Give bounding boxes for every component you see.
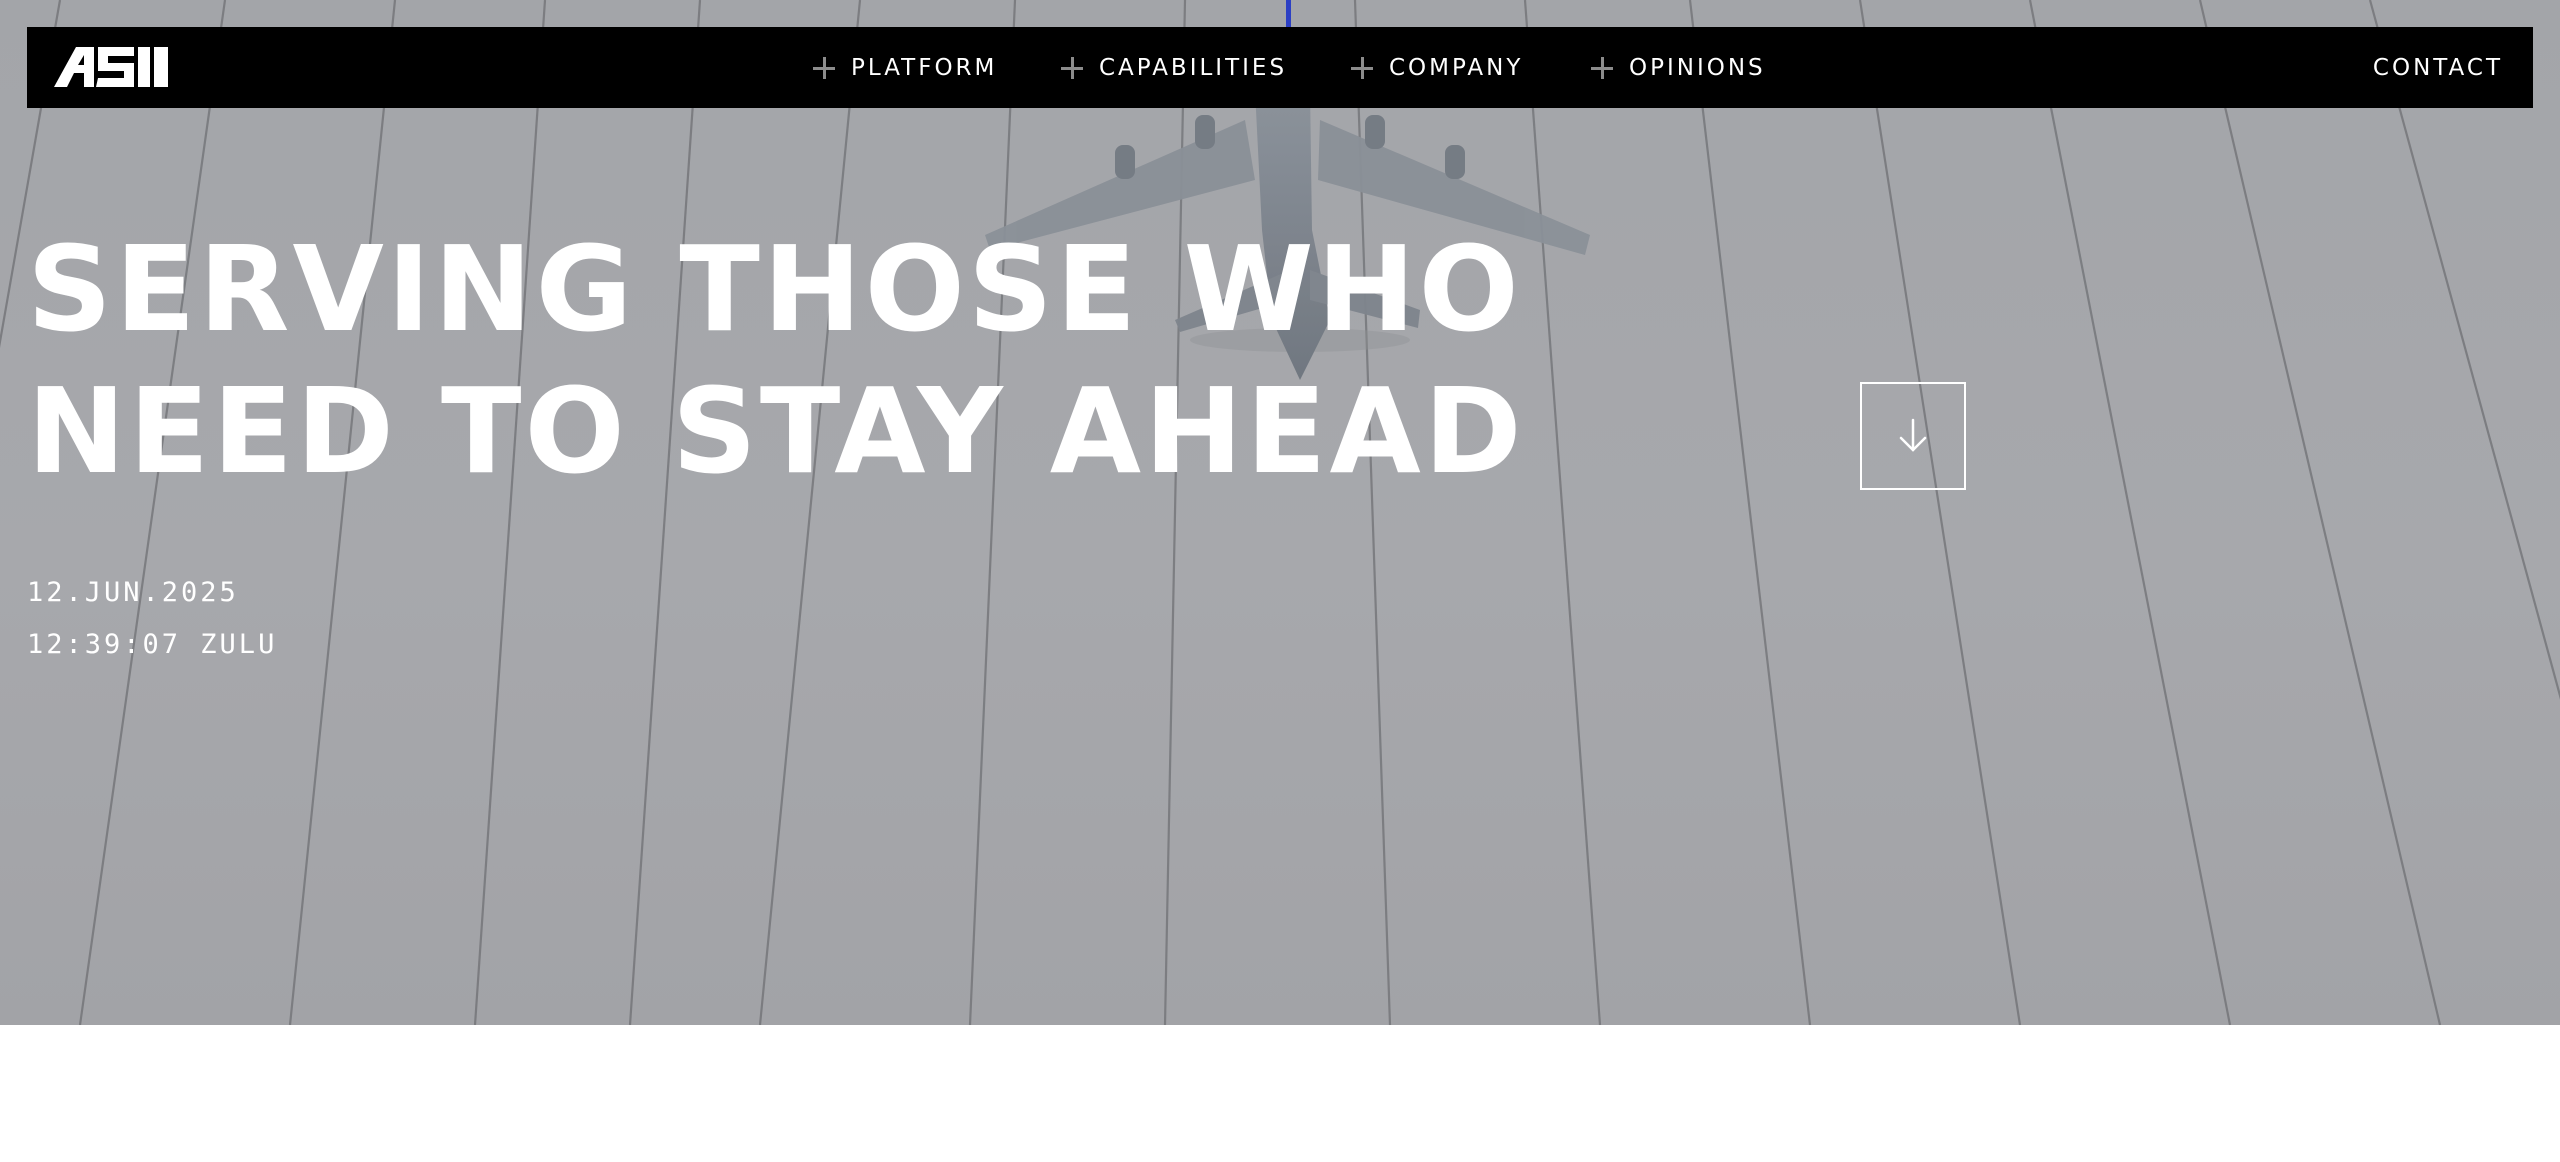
- hero-background-scene: [0, 0, 2560, 1025]
- contact-link[interactable]: CONTACT: [2373, 27, 2503, 108]
- plus-icon: [1351, 56, 1373, 79]
- nav-item-capabilities[interactable]: CAPABILITIES: [1061, 27, 1287, 108]
- datetime-readout: 12.JUN.2025 12:39:07 ZULU: [27, 567, 277, 671]
- content-area: [0, 1025, 2560, 1162]
- hero-headline: SERVING THOSE WHO NEED TO STAY AHEAD: [27, 218, 1525, 502]
- time-text: 12:39:07 ZULU: [27, 629, 278, 660]
- plus-icon: [1591, 56, 1613, 79]
- scroll-down-button[interactable]: [1860, 382, 1966, 490]
- arrow-down-icon: [1899, 418, 1927, 452]
- main-nav: PLATFORM CAPABILITIES COMPANY OPINIONS: [27, 27, 2533, 108]
- plus-icon: [813, 56, 835, 79]
- date-text: 12.JUN.2025: [27, 577, 239, 608]
- top-navigation-bar: PLATFORM CAPABILITIES COMPANY OPINIONS C…: [27, 27, 2533, 108]
- nav-item-company[interactable]: COMPANY: [1351, 27, 1523, 108]
- nav-item-platform[interactable]: PLATFORM: [813, 27, 997, 108]
- nav-item-opinions[interactable]: OPINIONS: [1591, 27, 1766, 108]
- nav-label-opinions: OPINIONS: [1629, 54, 1766, 81]
- accent-line: [1286, 0, 1291, 27]
- hero-headline-line-2: NEED TO STAY AHEAD: [27, 362, 1525, 500]
- hero-section: PLATFORM CAPABILITIES COMPANY OPINIONS C…: [0, 0, 2560, 1025]
- nav-label-company: COMPANY: [1389, 54, 1524, 81]
- nav-label-capabilities: CAPABILITIES: [1099, 54, 1288, 81]
- nav-label-platform: PLATFORM: [851, 54, 998, 81]
- plus-icon: [1061, 56, 1083, 79]
- hero-headline-line-1: SERVING THOSE WHO: [27, 220, 1522, 358]
